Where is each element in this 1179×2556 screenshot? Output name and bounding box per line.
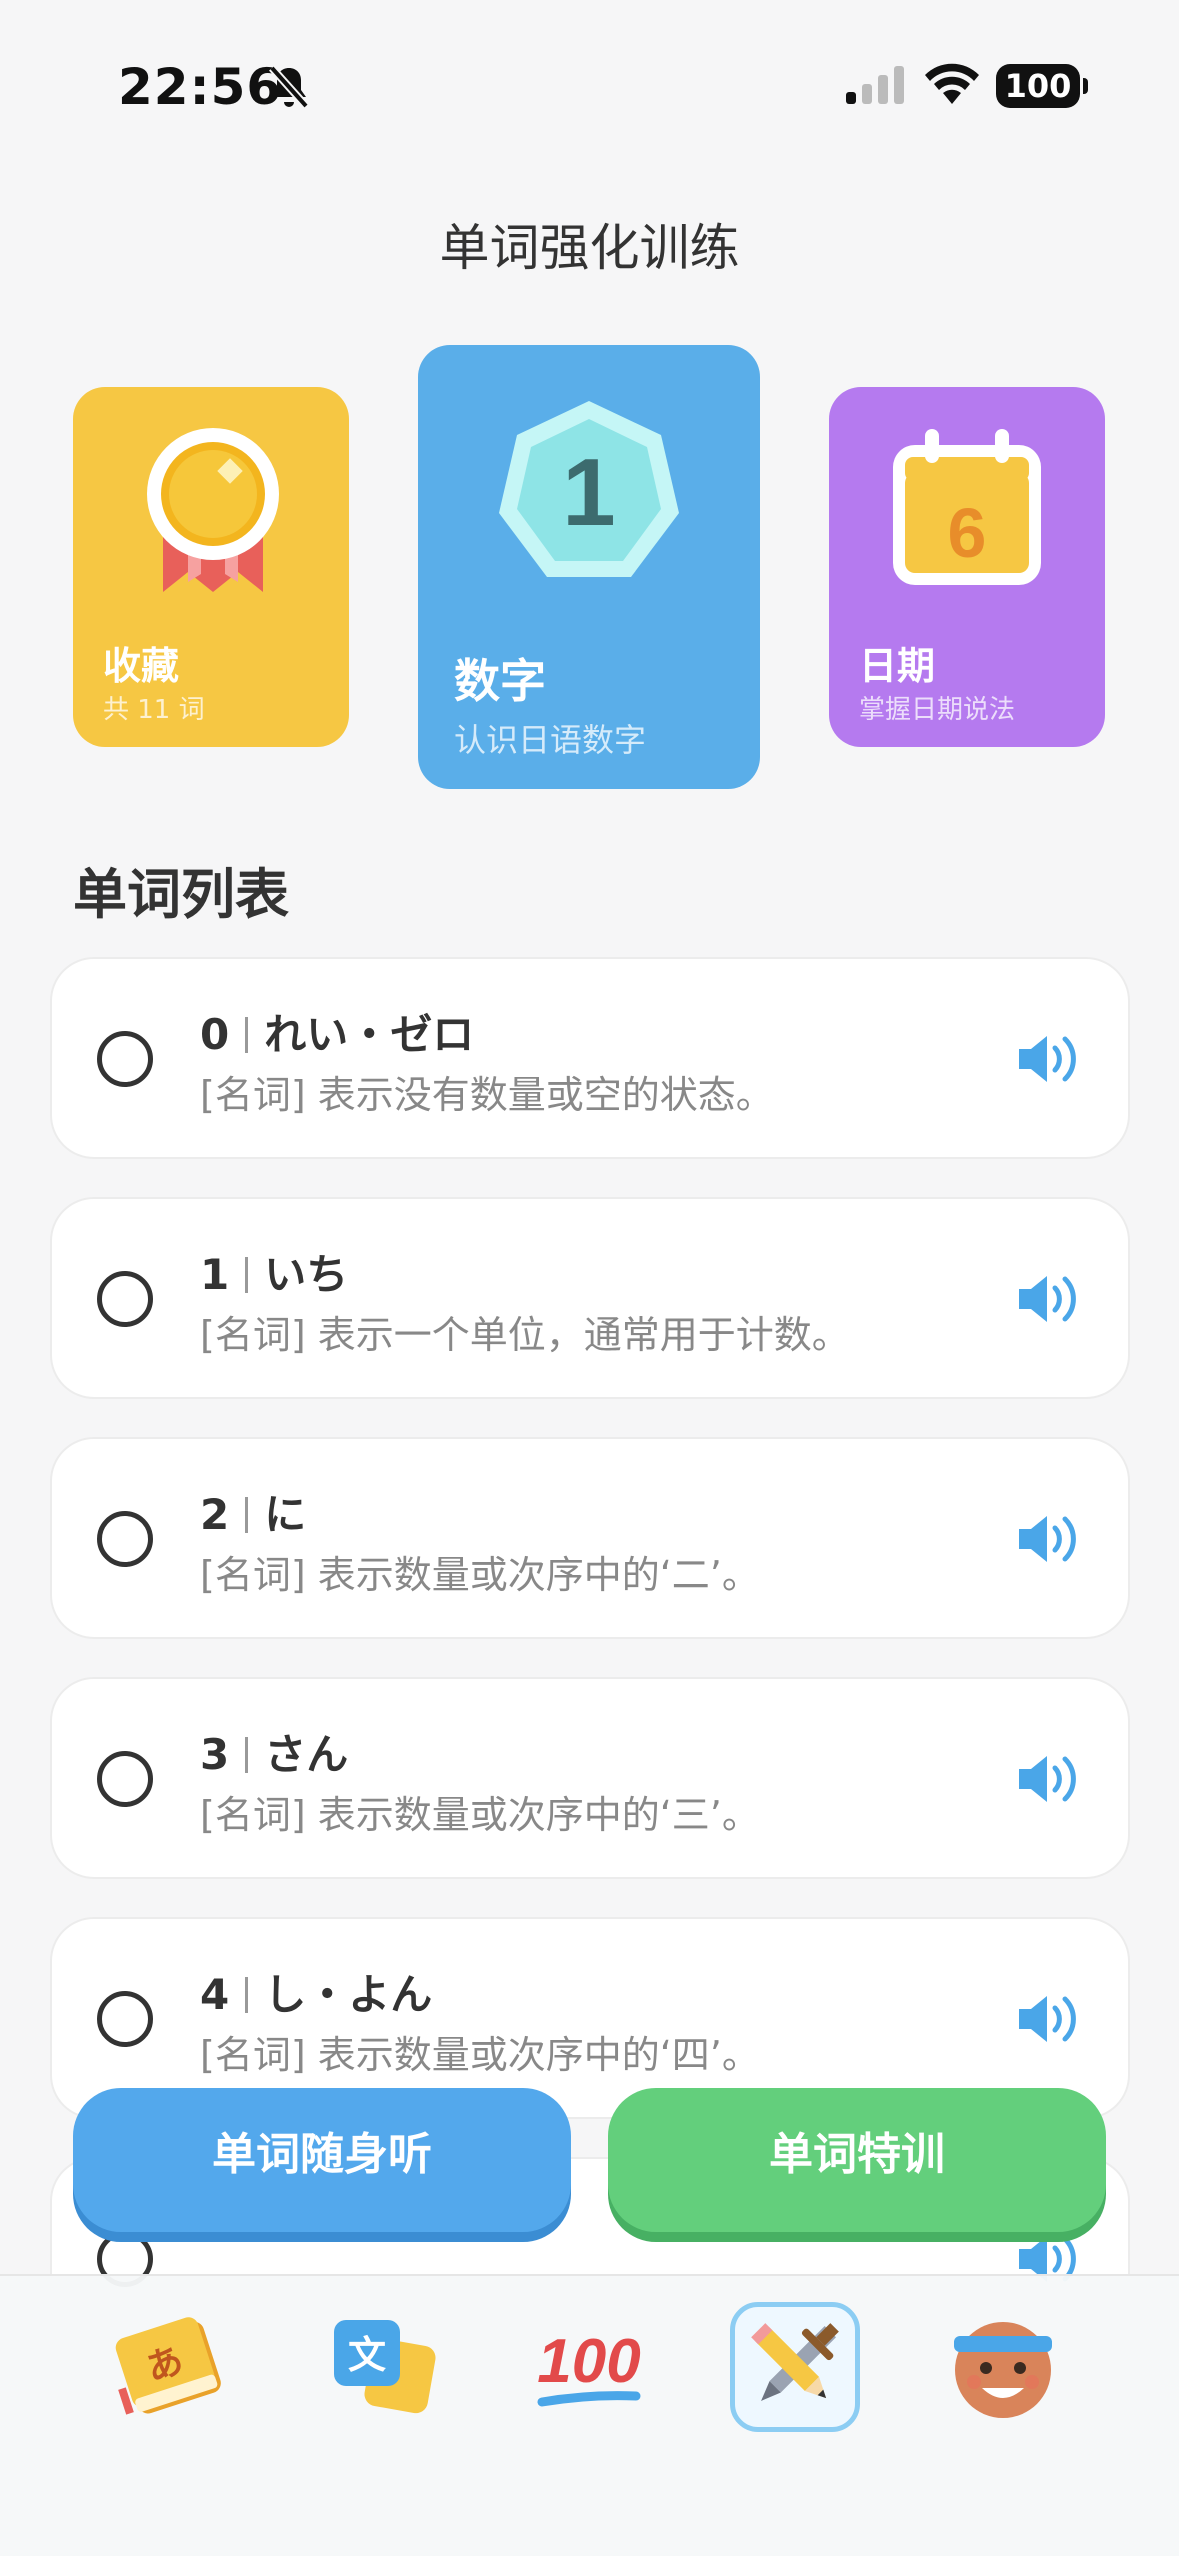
status-bar: 22:56 100 <box>0 0 1179 170</box>
select-radio[interactable] <box>97 1031 153 1087</box>
word-item[interactable]: 2に [名词] 表示数量或次序中的‘二’。 <box>50 1437 1130 1639</box>
select-radio[interactable] <box>97 1511 153 1567</box>
numbers-title: 数字 <box>454 654 546 708</box>
heptagon-number-icon: 1 <box>499 401 679 577</box>
svg-text:100: 100 <box>537 2327 640 2396</box>
calendar-badge: 6 <box>948 494 987 572</box>
word-text: 2 <box>200 1490 230 1539</box>
pencil-sword-icon <box>751 2323 839 2401</box>
dates-subtitle: 掌握日期说法 <box>859 695 1016 725</box>
number-badge: 1 <box>562 439 615 546</box>
numbers-subtitle: 认识日语数字 <box>454 721 647 759</box>
word-heading: 0 れい・ゼロ <box>200 1001 474 1062</box>
bell-muted-icon <box>269 65 309 109</box>
word-reading: さん <box>264 1730 349 1779</box>
word-heading: 2に <box>200 1481 306 1542</box>
word-description: [名词] 表示没有数量或空的状态。 <box>200 1073 774 1117</box>
cellular-signal-icon <box>846 66 904 104</box>
hundred-points-icon: 100 <box>537 2327 641 2407</box>
word-item[interactable]: 1 いち [名词] 表示一个单位，通常用于计数。 <box>50 1197 1130 1399</box>
speaker-icon[interactable] <box>1015 1271 1081 1327</box>
word-text: 3 <box>200 1730 230 1779</box>
word-description: [名词] 表示数量或次序中的‘三’。 <box>200 1793 760 1837</box>
japanese-book-icon: あ <box>115 2317 221 2415</box>
word-reading: し・よん <box>264 1970 433 2019</box>
word-reading: に <box>264 1490 307 1539</box>
word-description: [名词] 表示数量或次序中的‘四’。 <box>200 2033 760 2077</box>
tab-translate[interactable]: 文 <box>320 2302 450 2432</box>
favorites-subtitle: 共 11 词 <box>103 695 205 725</box>
word-item[interactable]: 0 れい・ゼロ [名词] 表示没有数量或空的状态。 <box>50 957 1130 1159</box>
page-title: 单词强化训练 <box>439 219 740 277</box>
tab-bar: あ 文 100 <box>0 2274 1179 2556</box>
favorites-card[interactable]: 收藏 共 11 词 <box>73 387 349 747</box>
select-radio[interactable] <box>97 1991 153 2047</box>
speaker-icon[interactable] <box>1015 1031 1081 1087</box>
word-reading: いち <box>264 1250 349 1299</box>
translate-icon: 文 <box>334 2320 436 2414</box>
word-description: [名词] 表示一个单位，通常用于计数。 <box>200 1313 850 1357</box>
svg-text:文: 文 <box>348 2333 386 2377</box>
tab-training[interactable] <box>730 2302 860 2432</box>
wifi-icon <box>925 63 979 104</box>
numbers-card[interactable]: 1 数字 认识日语数字 <box>418 345 760 789</box>
tab-profile[interactable] <box>938 2302 1068 2432</box>
word-training-button[interactable]: 单词特训 <box>608 2088 1106 2232</box>
favorites-title: 收藏 <box>103 644 180 688</box>
word-description: [名词] 表示数量或次序中的‘二’。 <box>200 1553 760 1597</box>
avatar-icon <box>954 2322 1052 2418</box>
word-text: 4 <box>200 1970 230 2019</box>
tab-japanese-book[interactable]: あ <box>108 2302 238 2432</box>
speaker-icon[interactable] <box>1015 1991 1081 2047</box>
status-time: 22:56 <box>118 58 283 116</box>
word-text: 0 <box>200 1010 230 1059</box>
word-text: 1 <box>200 1250 230 1299</box>
battery-indicator: 100 <box>996 64 1088 108</box>
word-heading: 1 いち <box>200 1241 348 1302</box>
speaker-icon[interactable] <box>1015 1751 1081 1807</box>
word-heading: 3 さん <box>200 1721 348 1782</box>
word-listen-button[interactable]: 单词随身听 <box>73 2088 571 2232</box>
word-item[interactable]: 3 さん [名词] 表示数量或次序中的‘三’。 <box>50 1677 1130 1879</box>
medal-icon <box>147 428 279 592</box>
word-heading: 4 し・よん <box>200 1961 432 2022</box>
tab-hundred-points[interactable]: 100 <box>524 2302 654 2432</box>
word-reading: れい・ゼロ <box>264 1010 475 1059</box>
calendar-icon: 6 <box>893 429 1041 585</box>
dates-card[interactable]: 6 日期 掌握日期说法 <box>829 387 1105 747</box>
section-title: 单词列表 <box>73 863 289 926</box>
select-radio[interactable] <box>97 1271 153 1327</box>
dates-title: 日期 <box>859 644 936 688</box>
speaker-icon[interactable] <box>1015 1511 1081 1567</box>
select-radio[interactable] <box>97 1751 153 1807</box>
